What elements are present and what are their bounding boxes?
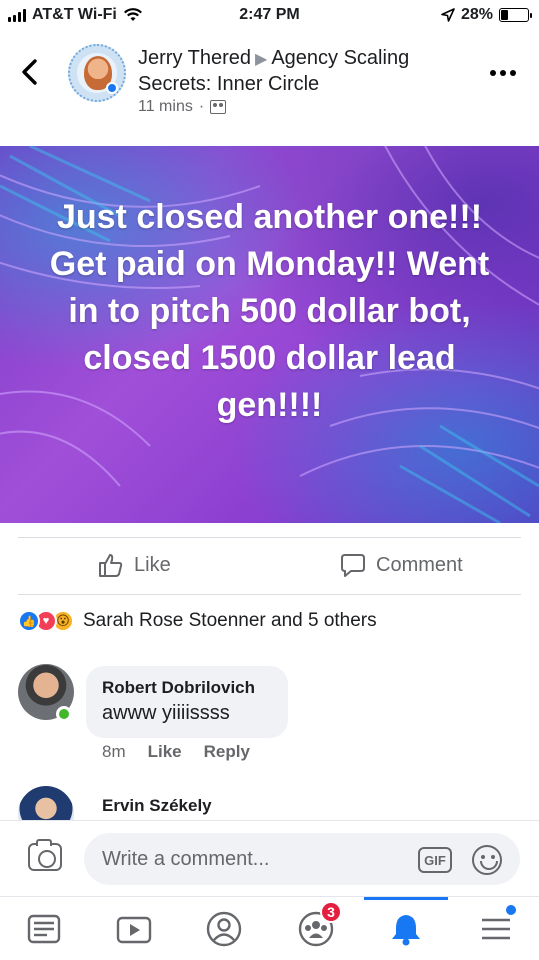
meta-separator: · — [198, 98, 205, 115]
menu-notification-dot — [506, 905, 516, 915]
status-bar: AT&T Wi-Fi 2:47 PM 28% — [0, 0, 539, 32]
battery-level — [501, 10, 508, 20]
verified-icon — [106, 82, 118, 94]
watch-icon — [116, 916, 152, 944]
watch-tab[interactable] — [112, 907, 156, 951]
comment-like-button[interactable]: Like — [148, 742, 182, 762]
post-background-image[interactable]: Just closed another one!!! Get paid on M… — [0, 146, 539, 523]
author-name[interactable]: Jerry Thered — [138, 47, 251, 69]
emoji-icon[interactable] — [472, 845, 502, 875]
bottom-navigation: 3 — [0, 896, 539, 960]
like-icon: 👍 — [18, 610, 40, 632]
author-avatar[interactable] — [68, 44, 126, 102]
location-arrow-icon — [441, 8, 455, 22]
menu-tab[interactable] — [474, 905, 518, 951]
status-right: 28% — [441, 6, 532, 24]
back-button[interactable] — [20, 58, 38, 92]
comment-button[interactable]: Comment — [340, 552, 463, 578]
divider-bottom — [18, 594, 521, 595]
like-button[interactable]: Like — [98, 552, 171, 578]
comment-reply-button[interactable]: Reply — [204, 742, 250, 762]
camera-icon[interactable] — [28, 839, 62, 871]
comment-bubble[interactable]: Robert Dobrilovich awww yiiiissss — [86, 666, 288, 738]
comment-bubble-icon — [341, 554, 365, 577]
more-options-button[interactable] — [489, 58, 517, 78]
comment-time: 8m — [102, 742, 126, 761]
news-feed-tab[interactable] — [22, 907, 66, 951]
post-title: Jerry Thered ▶ Agency Scaling Secrets: Inn… — [138, 46, 468, 96]
notifications-tab[interactable] — [364, 897, 448, 951]
comment-composer: GIF — [0, 820, 539, 896]
gif-button[interactable]: GIF — [418, 847, 452, 873]
comment-author[interactable]: Robert Dobrilovich — [102, 678, 272, 698]
news-feed-icon — [27, 914, 61, 944]
divider-top — [18, 537, 521, 538]
comment-actions: 8m Like Reply — [102, 742, 250, 762]
reactions-names: Sarah Rose Stoenner and 5 others — [83, 610, 377, 631]
more-horizontal-icon — [490, 70, 516, 76]
profile-icon — [206, 911, 242, 947]
group-privacy-icon — [210, 100, 227, 114]
reactions-summary[interactable]: 👍 ♥ 😮 Sarah Rose Stoenner and 5 others — [18, 610, 377, 632]
comment-label: Comment — [376, 553, 463, 576]
comment-author-2[interactable]: Ervin Székely — [102, 796, 212, 816]
comment-input[interactable] — [84, 833, 520, 885]
groups-badge: 3 — [320, 901, 342, 923]
triangle-right-icon: ▶ — [255, 51, 268, 68]
thumbs-up-icon — [99, 554, 123, 577]
post-header: Jerry Thered ▶ Agency Scaling Secrets: Inn… — [0, 36, 539, 136]
notifications-icon — [392, 915, 420, 946]
post-time[interactable]: 11 mins — [138, 98, 193, 116]
groups-tab[interactable]: 3 — [294, 901, 342, 951]
post-text: Just closed another one!!! Get paid on M… — [49, 198, 490, 424]
profile-tab[interactable] — [202, 907, 246, 951]
post-action-bar: Like Comment — [0, 540, 539, 594]
chevron-left-icon — [22, 59, 37, 85]
battery-icon — [499, 8, 532, 22]
like-label: Like — [134, 553, 171, 576]
online-status-indicator — [56, 706, 72, 722]
menu-icon — [482, 918, 510, 940]
post-meta: 11 mins · — [138, 98, 227, 116]
battery-percent: 28% — [460, 6, 493, 23]
comment-text: awww yiiiissss — [102, 702, 230, 724]
